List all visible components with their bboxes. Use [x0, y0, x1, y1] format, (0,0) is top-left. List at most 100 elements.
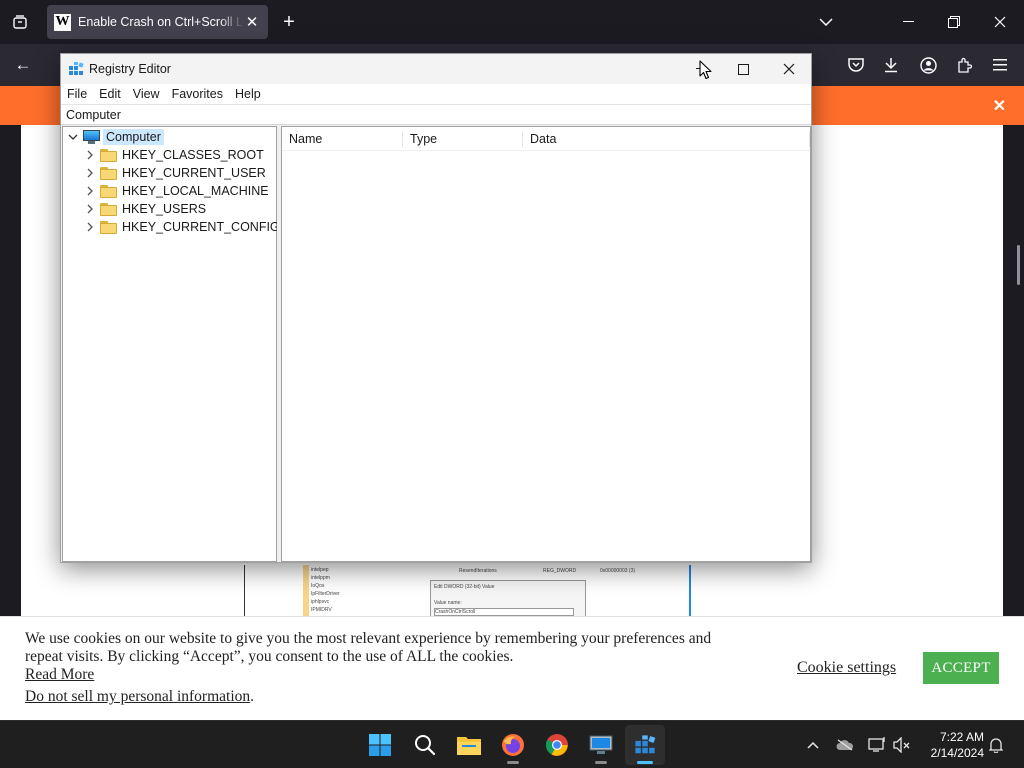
browser-minimize-button[interactable] — [885, 6, 931, 38]
search-button[interactable] — [405, 725, 445, 765]
cookie-settings-link[interactable]: Cookie settings — [797, 659, 896, 677]
tree-item-hkey-users[interactable]: HKEY_USERS — [84, 200, 206, 218]
cookie-text: We use cookies on our website to give yo… — [25, 630, 712, 665]
new-tab-button[interactable]: + — [273, 6, 305, 38]
computer-icon — [83, 130, 100, 144]
registry-editor-taskbar-button[interactable] — [625, 725, 665, 765]
firefox-icon — [502, 734, 524, 756]
downloads-icon[interactable] — [875, 49, 907, 81]
cookie-banner: We use cookies on our website to give yo… — [0, 616, 1024, 720]
registry-editor-menu-bar: File Edit View Favorites Help — [61, 84, 811, 104]
pocket-icon[interactable] — [840, 49, 872, 81]
do-not-sell-row: Do not sell my personal information. — [25, 688, 254, 706]
tab-close-icon[interactable]: ✕ — [244, 13, 260, 31]
network-icon[interactable] — [867, 735, 887, 755]
chrome-icon — [546, 734, 568, 756]
do-not-sell-link[interactable]: Do not sell my personal information — [25, 688, 250, 705]
chevron-down-icon[interactable] — [67, 131, 79, 143]
system-clock[interactable]: 7:22 AM 2/14/2024 — [918, 729, 984, 761]
article-screenshot-image: intelpep intelppm IoQos IpFilterDriver i… — [244, 565, 691, 616]
remote-desktop-button[interactable] — [581, 725, 621, 765]
chevron-right-icon[interactable] — [84, 167, 96, 179]
registry-editor-app-icon — [69, 62, 84, 75]
article-image-value-name: ResendIterations — [459, 568, 497, 574]
read-more-link[interactable]: Read More — [25, 666, 94, 684]
browser-tab-bar: W Enable Crash on Ctrl+Scroll Lock ✕ + — [0, 0, 1024, 44]
tree-item-hkey-current-config[interactable]: HKEY_CURRENT_CONFIG — [84, 218, 280, 236]
menu-help[interactable]: Help — [235, 87, 267, 101]
notifications-bell-icon[interactable] — [986, 735, 1006, 755]
registry-editor-icon — [635, 735, 656, 754]
browser-tab[interactable]: W Enable Crash on Ctrl+Scroll Lock ✕ — [47, 5, 268, 39]
regedit-maximize-button[interactable] — [720, 54, 766, 84]
article-image-dialog-title: Edit DWORD (32-bit) Value — [434, 584, 495, 590]
article-image-item: IoQos — [311, 583, 325, 589]
running-indicator — [595, 761, 607, 764]
menu-favorites[interactable]: Favorites — [172, 87, 229, 101]
firefox-button[interactable] — [493, 725, 533, 765]
article-image-value-type: REG_DWORD — [543, 568, 577, 574]
folder-icon — [100, 166, 117, 180]
onedrive-icon[interactable] — [835, 735, 855, 755]
registry-editor-window: Registry Editor File Edit View Favorites… — [60, 53, 812, 563]
article-image-item: intelppm — [311, 575, 330, 581]
notification-close-icon[interactable]: ✕ — [993, 96, 1006, 116]
chevron-right-icon[interactable] — [84, 185, 96, 197]
column-header-type[interactable]: Type — [403, 127, 523, 151]
clock-date: 2/14/2024 — [930, 746, 984, 760]
column-header-name[interactable]: Name — [282, 127, 403, 151]
tree-item-hkey-classes-root[interactable]: HKEY_CLASSES_ROOT — [84, 146, 264, 164]
tree-item-label: HKEY_CLASSES_ROOT — [122, 148, 264, 162]
tree-item-computer[interactable]: Computer — [67, 128, 164, 146]
app-menu-icon[interactable] — [984, 49, 1016, 81]
registry-editor-title: Registry Editor — [89, 62, 171, 76]
running-indicator — [507, 761, 519, 764]
menu-view[interactable]: View — [133, 87, 166, 101]
registry-values-pane: Name Type Data — [281, 126, 811, 562]
regedit-close-button[interactable] — [766, 54, 812, 84]
chevron-right-icon[interactable] — [84, 149, 96, 161]
article-image-dialog-label: Value name: — [434, 600, 462, 606]
show-hidden-icons-chevron-up-icon[interactable] — [803, 735, 823, 755]
chrome-button[interactable] — [537, 725, 577, 765]
article-image-item: iphlpsvc — [311, 599, 330, 605]
tree-item-hkey-local-machine[interactable]: HKEY_LOCAL_MACHINE — [84, 182, 269, 200]
folder-icon — [100, 202, 117, 216]
article-image-item: IpFilterDriver — [311, 591, 340, 597]
chevron-right-icon[interactable] — [84, 203, 96, 215]
tree-item-hkey-current-user[interactable]: HKEY_CURRENT_USER — [84, 164, 266, 182]
search-icon — [415, 735, 436, 756]
article-image-item: IPMIDRV — [311, 607, 332, 613]
volume-muted-icon[interactable] — [892, 735, 912, 755]
firefox-view-icon[interactable] — [4, 6, 36, 38]
back-button[interactable]: ← — [7, 49, 39, 81]
chevron-right-icon[interactable] — [84, 221, 96, 233]
accept-button[interactable]: ACCEPT — [923, 652, 999, 684]
column-header-data[interactable]: Data — [523, 127, 810, 151]
article-image-dialog: Edit DWORD (32-bit) Value Value name: Cr… — [430, 580, 586, 616]
clock-time: 7:22 AM — [939, 730, 984, 744]
article-image-item: intelpep — [311, 567, 329, 573]
extensions-icon[interactable] — [948, 49, 980, 81]
active-indicator — [637, 761, 653, 764]
browser-close-button[interactable] — [977, 6, 1023, 38]
start-icon — [369, 734, 391, 756]
folder-icon — [100, 220, 117, 234]
tree-item-computer-label: Computer — [103, 129, 164, 145]
menu-edit[interactable]: Edit — [99, 87, 127, 101]
windows-taskbar: 7:22 AM 2/14/2024 — [0, 720, 1024, 768]
account-icon[interactable] — [912, 49, 944, 81]
site-favicon-icon: W — [54, 13, 71, 31]
start-button[interactable] — [360, 725, 400, 765]
remote-desktop-icon — [589, 735, 613, 754]
list-all-tabs-icon[interactable] — [810, 6, 842, 38]
file-explorer-button[interactable] — [449, 725, 489, 765]
registry-tree-pane: Computer HKEY_CLASSES_ROOT HKEY_CURRENT_… — [62, 126, 280, 562]
menu-file[interactable]: File — [67, 87, 93, 101]
folder-icon — [100, 184, 117, 198]
tree-item-label: HKEY_CURRENT_CONFIG — [122, 220, 280, 234]
browser-restore-button[interactable] — [931, 6, 977, 38]
address-bar[interactable]: Computer — [61, 104, 811, 125]
mouse-cursor-icon — [699, 60, 712, 80]
page-scrollbar[interactable] — [1017, 245, 1020, 285]
